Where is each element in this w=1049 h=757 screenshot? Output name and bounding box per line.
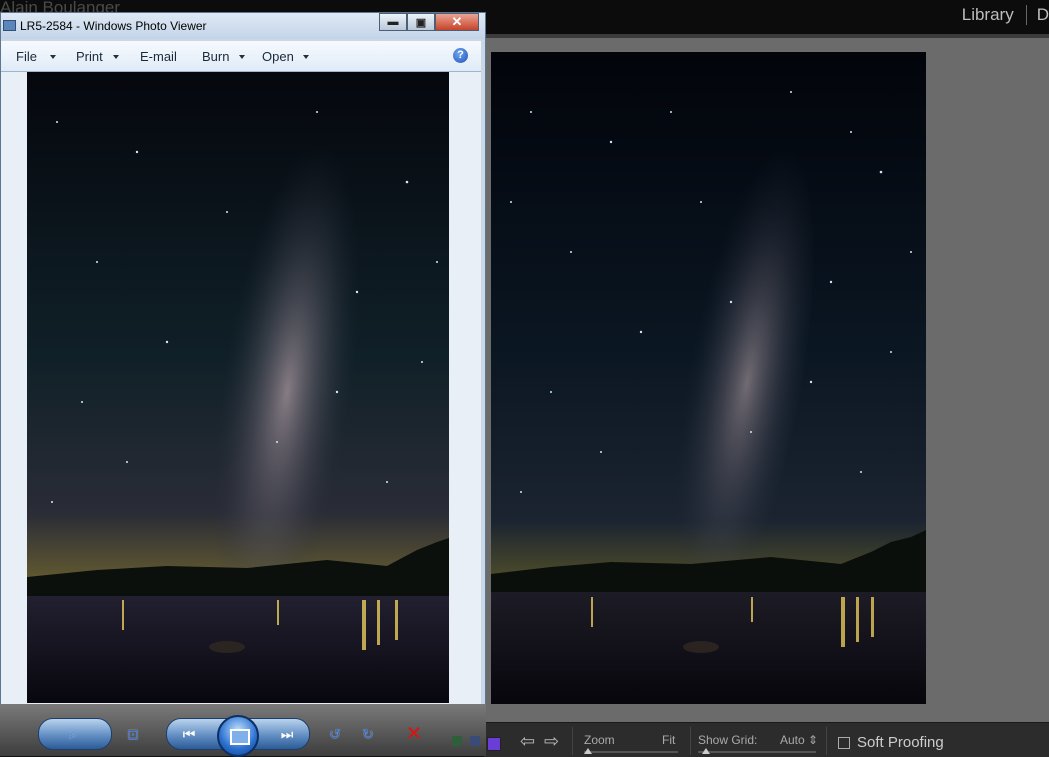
toolbar-divider [572,727,573,755]
close-button[interactable]: ✕ [435,13,479,31]
menu-file[interactable]: File [16,49,37,64]
toolbar-divider [826,727,827,755]
zoom-slider[interactable] [584,751,678,753]
viewer-photo [27,72,449,703]
lightroom-toolbar: ⇦ ⇨ Zoom Fit Show Grid: Auto ⇕ Soft Proo… [484,722,1049,757]
menu-burn[interactable]: Burn [202,49,229,64]
zoom-icon[interactable]: ⌕ [62,724,84,744]
soft-proofing-checkbox[interactable] [838,737,850,749]
show-grid-label: Show Grid: [698,733,758,747]
previous-icon[interactable]: ⏮ [178,724,200,744]
updown-icon: ⇕ [808,733,819,747]
rotate-left-icon[interactable]: ↺ [324,724,346,744]
zoom-fit-value[interactable]: Fit [662,733,675,747]
maximize-button[interactable]: ▣ [407,13,435,31]
next-arrow-icon[interactable]: ⇨ [544,732,559,750]
module-picker: Library D [948,0,1049,30]
color-label-swatch[interactable] [487,737,501,751]
viewer-control-bar: ⌕ ⊡ ⏮ ⏭ ↺ ↻ ✕ [0,704,486,757]
minimize-button[interactable]: ▬ [379,13,407,31]
file-chevron-down-icon[interactable] [50,55,56,59]
show-grid-value: Auto [780,733,805,747]
zoom-label: Zoom [584,733,615,747]
module-develop[interactable]: D [1025,5,1049,25]
grid-size-slider-handle[interactable] [702,748,710,754]
title-bar[interactable]: LR5-2584 - Windows Photo Viewer ▬ ▣ ✕ [1,13,485,39]
soft-proofing-label: Soft Proofing [857,734,944,751]
menu-print[interactable]: Print [76,49,103,64]
print-chevron-down-icon[interactable] [113,55,119,59]
menu-open[interactable]: Open [262,49,294,64]
burn-chevron-down-icon[interactable] [239,55,245,59]
module-library[interactable]: Library [948,5,1026,25]
delete-icon[interactable]: ✕ [403,724,425,744]
faint-swatch [470,736,480,746]
lightroom-preview-photo [491,52,926,704]
app-icon [3,20,16,31]
rotate-right-icon[interactable]: ↻ [357,724,379,744]
window-controls: ▬ ▣ ✕ [379,13,479,31]
slideshow-icon[interactable] [217,715,259,757]
help-icon[interactable]: ? [453,48,468,63]
zoom-slider-handle[interactable] [584,748,592,754]
grid-size-slider[interactable] [698,751,816,753]
actual-size-icon[interactable]: ⊡ [122,724,144,744]
show-grid-select[interactable]: Auto ⇕ [780,733,818,747]
window-title: LR5-2584 - Windows Photo Viewer [20,19,207,33]
previous-arrow-icon[interactable]: ⇦ [520,732,535,750]
command-bar: File Print E-mail Burn Open ? [1,41,481,72]
next-icon[interactable]: ⏭ [276,724,298,744]
faint-swatch [452,736,462,746]
menu-email[interactable]: E-mail [140,49,177,64]
toolbar-divider [690,727,691,755]
open-chevron-down-icon[interactable] [303,55,309,59]
